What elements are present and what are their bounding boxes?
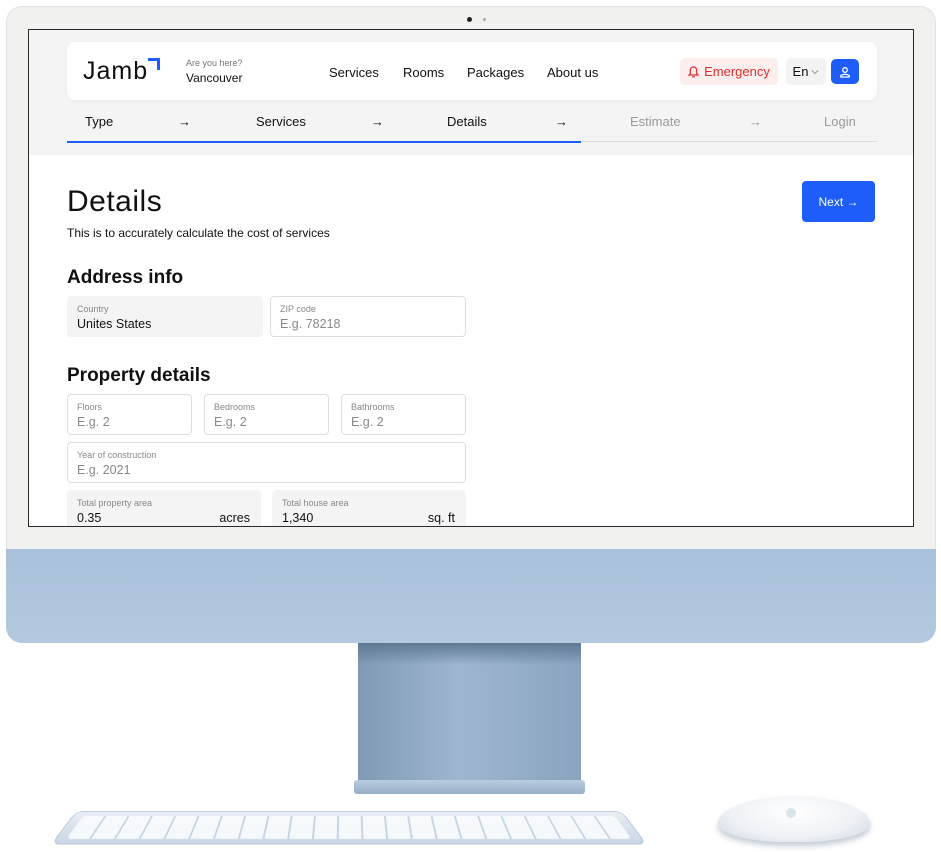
- bedrooms-placeholder: E.g. 2: [214, 415, 247, 429]
- address-info-heading: Address info: [67, 267, 184, 288]
- magic-mouse: [718, 796, 870, 842]
- chevron-down-icon: [812, 69, 819, 74]
- imac-stand-shadow: [358, 643, 581, 665]
- bathrooms-placeholder: E.g. 2: [351, 415, 384, 429]
- location-hint: Are you here?: [186, 58, 243, 68]
- keyboard-keys: [66, 815, 632, 839]
- bathrooms-field[interactable]: Bathrooms E.g. 2: [341, 394, 466, 435]
- logo-mark-icon: [148, 58, 160, 70]
- emergency-label: Emergency: [704, 64, 770, 79]
- next-button[interactable]: Next →: [802, 181, 875, 222]
- camera: [467, 17, 472, 22]
- arrow-right-icon: →: [749, 114, 762, 129]
- country-field[interactable]: Country Unites States: [67, 296, 263, 337]
- year-of-construction-field[interactable]: Year of construction E.g. 2021: [67, 442, 466, 483]
- top-navbar: Jamb Are you here? Vancouver Services Ro…: [67, 42, 877, 100]
- apple-logo-icon: [786, 808, 796, 818]
- step-services[interactable]: Services: [256, 114, 306, 129]
- bell-icon: [688, 65, 700, 78]
- total-house-area-unit: sq. ft: [427, 511, 455, 525]
- nav-services[interactable]: Services: [329, 65, 379, 80]
- total-property-area-field[interactable]: Total property area 0.35 acres: [67, 490, 261, 526]
- emergency-button[interactable]: Emergency: [680, 58, 778, 85]
- bedrooms-label: Bedrooms: [214, 402, 256, 412]
- step-estimate[interactable]: Estimate: [630, 114, 681, 129]
- step-details[interactable]: Details: [447, 114, 487, 129]
- floors-field[interactable]: Floors E.g. 2: [67, 394, 192, 435]
- total-property-area-label: Total property area: [77, 498, 153, 508]
- arrow-right-icon: →: [371, 114, 384, 129]
- user-account-button[interactable]: [831, 59, 859, 84]
- keyboard: [50, 810, 648, 845]
- nav-rooms[interactable]: Rooms: [403, 65, 444, 80]
- bedrooms-field[interactable]: Bedrooms E.g. 2: [204, 394, 329, 435]
- zip-code-label: ZIP code: [280, 304, 316, 314]
- step-type[interactable]: Type: [85, 114, 113, 129]
- country-value: Unites States: [77, 317, 152, 331]
- step-progress-bar: [67, 141, 581, 143]
- jamb-logo[interactable]: Jamb: [83, 57, 148, 86]
- step-progress: Type → Services → Details → Estimate → L…: [67, 110, 877, 143]
- total-property-area-unit: acres: [219, 511, 250, 525]
- property-details-heading: Property details: [67, 365, 211, 386]
- bathrooms-label: Bathrooms: [351, 402, 395, 412]
- year-placeholder: E.g. 2021: [77, 463, 131, 477]
- floors-label: Floors: [77, 402, 103, 412]
- arrow-right-icon: →: [555, 114, 568, 129]
- screen: Jamb Are you here? Vancouver Services Ro…: [28, 29, 914, 527]
- floors-placeholder: E.g. 2: [77, 415, 110, 429]
- nav-packages[interactable]: Packages: [467, 65, 524, 80]
- details-content: Details This is to accurately calculate …: [29, 155, 913, 526]
- year-label: Year of construction: [77, 450, 157, 460]
- location-city[interactable]: Vancouver: [186, 71, 242, 85]
- imac-stand-foot: [354, 780, 585, 794]
- user-icon: [840, 66, 850, 78]
- total-house-area-value: 1,340: [282, 511, 314, 525]
- total-house-area-field[interactable]: Total house area 1,340 sq. ft: [272, 490, 466, 526]
- imac-chin: [6, 549, 936, 643]
- zip-code-field[interactable]: ZIP code E.g. 78218: [270, 296, 466, 337]
- total-house-area-label: Total house area: [282, 498, 349, 508]
- language-value: En: [792, 64, 809, 79]
- step-login[interactable]: Login: [824, 114, 856, 129]
- page-subtitle: This is to accurately calculate the cost…: [67, 226, 330, 240]
- language-select[interactable]: En: [786, 58, 826, 85]
- camera-sensor: [483, 18, 486, 21]
- arrow-right-icon: →: [178, 114, 191, 129]
- page-title: Details: [67, 185, 163, 218]
- total-property-area-value: 0.35: [77, 511, 102, 525]
- zip-code-placeholder: E.g. 78218: [280, 317, 341, 331]
- nav-about-us[interactable]: About us: [547, 65, 598, 80]
- country-label: Country: [77, 304, 109, 314]
